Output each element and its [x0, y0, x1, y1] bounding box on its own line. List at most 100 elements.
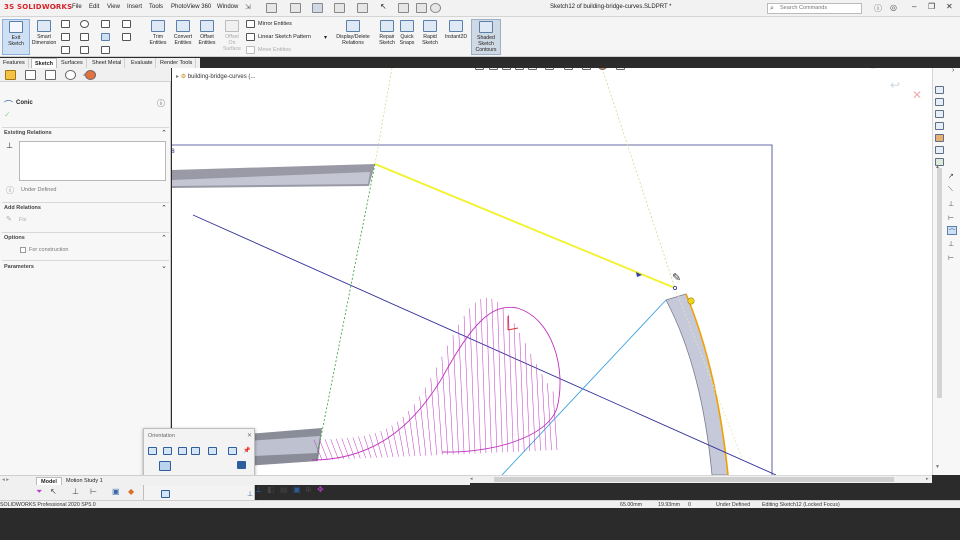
dynamic-annotation-icon[interactable]: [528, 68, 537, 70]
task-pane-expand-icon[interactable]: ›: [952, 67, 954, 74]
property-manager-icon[interactable]: [25, 70, 36, 80]
restore-button[interactable]: ❐: [928, 2, 935, 11]
menu-window[interactable]: Window: [217, 4, 238, 10]
tab-sketch[interactable]: Sketch: [31, 58, 58, 68]
orientation-dialog[interactable]: Orientation ✕ 📌 ⊥: [143, 428, 255, 505]
filter-icon[interactable]: ⏷: [36, 487, 42, 497]
front-view-icon[interactable]: [159, 461, 171, 471]
tangent-line[interactable]: [501, 299, 667, 475]
wireframe-icon[interactable]: ▤: [280, 485, 288, 494]
file-properties-icon[interactable]: [416, 3, 427, 13]
pin-icon[interactable]: ⇲: [245, 3, 251, 11]
menu-edit[interactable]: Edit: [89, 4, 99, 10]
selected-sketch-line[interactable]: [374, 163, 676, 289]
bottom-view-icon[interactable]: [161, 490, 170, 498]
move-entities-button[interactable]: Move Entities: [258, 47, 291, 53]
spline-tool-icon[interactable]: [101, 20, 110, 28]
options-gear-icon[interactable]: [430, 3, 441, 13]
shaded-sketch-contours-button[interactable]: Shaded Sketch Contours: [471, 19, 501, 55]
view-palette-icon[interactable]: [935, 122, 944, 130]
zoom-to-fit-icon[interactable]: [475, 68, 484, 70]
centerline-tool-icon[interactable]: [101, 46, 110, 54]
view-triad-icon[interactable]: ⊥: [255, 485, 262, 494]
tab-features[interactable]: Features: [0, 58, 29, 68]
conic-tool-active-icon[interactable]: ⌒: [947, 226, 957, 236]
update-standard-views-icon[interactable]: [178, 447, 187, 455]
mirror-entities-button[interactable]: Mirror Entities: [258, 21, 292, 27]
tab-scroll-icon[interactable]: ◂ ▸: [2, 477, 9, 483]
tab-evaluate[interactable]: Evaluate: [128, 58, 157, 68]
arc-tool-icon[interactable]: [80, 33, 89, 41]
orientation-close-icon[interactable]: ✕: [247, 432, 252, 439]
view-settings-icon[interactable]: [616, 68, 625, 70]
scroll-right-icon[interactable]: ▸: [926, 476, 929, 482]
undo-icon[interactable]: [357, 3, 368, 13]
tab-surfaces[interactable]: Surfaces: [58, 58, 87, 68]
rectangle-tool-icon[interactable]: [61, 33, 70, 41]
pan-icon[interactable]: ✥: [317, 485, 324, 494]
line-tool-icon[interactable]: [61, 20, 70, 28]
horizontal-scroll-thumb[interactable]: [494, 477, 894, 482]
display-style-icon[interactable]: ▣: [293, 485, 301, 494]
dimxpert-icon[interactable]: [65, 70, 76, 80]
smart-dimension-button[interactable]: Smart Dimension: [30, 19, 58, 55]
existing-relations-header[interactable]: Existing Relations ⌃: [4, 130, 167, 137]
menu-photoview[interactable]: PhotoView 360: [171, 4, 211, 10]
relation-tool-icon[interactable]: ⊥: [948, 200, 954, 208]
rapid-sketch-button[interactable]: Rapid Sketch: [418, 19, 442, 55]
collapse-handle-icon[interactable]: ▲: [82, 72, 87, 78]
quick-snaps-button[interactable]: Quick Snaps: [395, 19, 419, 55]
display-icon[interactable]: ▣: [112, 487, 120, 496]
split-view-icon[interactable]: ⊟: [870, 68, 876, 70]
configuration-manager-icon[interactable]: [45, 70, 56, 80]
conic-tool-icon[interactable]: [101, 33, 110, 41]
solidworks-logo[interactable]: 3S SOLIDWORKS: [4, 3, 72, 11]
snap-icon[interactable]: ⊥: [72, 487, 79, 496]
offset-on-surface-button[interactable]: Offset On Surface: [218, 19, 246, 55]
menu-tools[interactable]: Tools: [149, 4, 163, 10]
reset-standard-views-icon[interactable]: [191, 447, 200, 455]
slot-tool-icon[interactable]: [61, 46, 70, 54]
text-tool-icon[interactable]: [122, 20, 131, 28]
select-cursor-icon[interactable]: ↖: [50, 487, 57, 496]
pattern-dropdown-icon[interactable]: ▾: [324, 34, 327, 41]
solidworks-resources-icon[interactable]: [935, 86, 944, 94]
circle-tool-icon[interactable]: [80, 20, 89, 28]
new-document-icon[interactable]: [266, 3, 277, 13]
file-explorer-icon[interactable]: [935, 110, 944, 118]
point-tool-icon[interactable]: ⊢: [948, 254, 954, 262]
isometric-dropdown-icon[interactable]: [228, 447, 237, 455]
design-library-icon[interactable]: [935, 98, 944, 106]
section-view-icon[interactable]: ◧: [267, 485, 275, 494]
confirmation-ok-icon[interactable]: ↩: [890, 78, 900, 92]
polygon-tool-icon[interactable]: [80, 46, 89, 54]
minimize-button[interactable]: –: [912, 2, 916, 11]
viewport-close-icon[interactable]: ✕: [910, 68, 916, 70]
trim-tool-icon[interactable]: ⊥: [948, 240, 954, 248]
appearances-icon[interactable]: [935, 134, 944, 142]
grid-icon[interactable]: ⊢: [90, 487, 97, 496]
help-icon[interactable]: ⓘ: [874, 3, 882, 14]
sketch-tool-icon[interactable]: ↗: [948, 172, 954, 180]
orientation-pin-icon[interactable]: 📌: [243, 447, 250, 454]
select-icon[interactable]: ↖: [380, 2, 391, 12]
save-icon[interactable]: [312, 3, 323, 13]
menu-view[interactable]: View: [107, 4, 120, 10]
view-selector-icon[interactable]: [148, 447, 157, 455]
menu-expand-icon[interactable]: ›: [54, 4, 56, 11]
search-commands-input[interactable]: ⌕ Search Commands: [767, 3, 862, 14]
ok-check-icon[interactable]: ✓: [4, 110, 11, 119]
user-icon[interactable]: ◎: [890, 3, 897, 12]
appearance-icon[interactable]: ◆: [128, 487, 134, 496]
display-delete-relations-button[interactable]: Display/Delete Relations: [333, 19, 373, 55]
rebuild-icon[interactable]: [398, 3, 409, 13]
line-tool-icon[interactable]: ⟍: [948, 186, 953, 194]
graphics-area[interactable]: 8 ✎ ▸ ⚙ building-bridge-curves (... ↩ ✕: [172, 68, 932, 475]
sketch-canvas[interactable]: 8 ✎: [172, 68, 932, 475]
parameters-header[interactable]: Parameters ⌄: [4, 263, 167, 270]
exit-sketch-button[interactable]: Exit Sketch: [2, 19, 30, 55]
viewport-restore-icon[interactable]: ❐: [897, 68, 903, 70]
viewport-minimize-icon[interactable]: –: [884, 68, 888, 69]
fix-relation-button[interactable]: Fix: [19, 217, 26, 223]
instant2d-button[interactable]: Instant2D: [442, 19, 470, 55]
